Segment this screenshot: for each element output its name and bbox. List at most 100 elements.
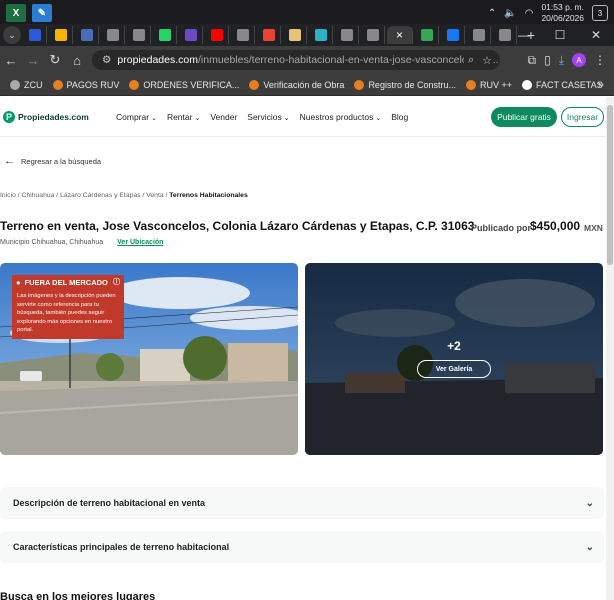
page-scrollbar[interactable]	[606, 97, 614, 600]
bookmark-favicon-icon	[52, 79, 63, 90]
bookmark-star-icon[interactable]: ☆	[482, 54, 492, 67]
bookmark-label: ORDENES VERIFICA...	[143, 79, 240, 90]
window-controls: — ☐ ✕	[506, 24, 614, 46]
browser-tab[interactable]	[205, 26, 229, 44]
tab-favicon-icon	[340, 29, 353, 41]
info-icon[interactable]: ⓘ	[113, 277, 120, 287]
nav-item-vender[interactable]: Vender	[210, 112, 237, 122]
bookmark-favicon-icon	[10, 79, 20, 90]
view-gallery-button[interactable]: Ver Galería	[417, 360, 491, 378]
browser-tab[interactable]	[231, 26, 255, 44]
address-bar[interactable]: ⚙ propiedades.com/inmuebles/terreno-habi…	[92, 50, 500, 70]
browser-tab[interactable]	[23, 26, 47, 44]
main-photo[interactable]: ● FUERA DEL MERCADO ⓘ Las imágenes y la …	[0, 263, 298, 455]
nav-item-blog[interactable]: Blog	[391, 112, 408, 122]
tab-favicon-icon	[106, 29, 119, 41]
bookmark-item[interactable]: ORDENES VERIFICA...	[129, 79, 240, 90]
browser-tab[interactable]	[309, 26, 333, 44]
listing-title: Terreno en venta, Jose Vasconcelos, Colo…	[0, 219, 475, 233]
close-tab-icon[interactable]: ×	[396, 28, 403, 42]
chevron-down-icon: ⌄	[375, 115, 382, 122]
side-panel-icon[interactable]: ▯	[544, 53, 551, 67]
back-arrow-icon: ←	[4, 155, 15, 167]
close-window-button[interactable]: ✕	[578, 28, 614, 42]
browser-tab[interactable]	[75, 26, 99, 44]
bookmarks-overflow-button[interactable]: »	[598, 79, 604, 91]
nav-label: Blog	[391, 112, 409, 122]
chevron-down-icon: ⌄	[194, 115, 201, 122]
bookmark-item[interactable]: ZCU	[10, 79, 43, 90]
tab-favicon-icon	[314, 29, 327, 41]
nav-item-servicios[interactable]: Servicios ⌄	[247, 112, 289, 122]
taskbar-app-excel[interactable]: X	[6, 4, 26, 22]
tab-search-icon[interactable]: ⌄	[3, 26, 21, 44]
listing-price: $450,000	[530, 219, 581, 233]
scrollbar-thumb[interactable]	[607, 105, 613, 265]
active-tab[interactable]: ×	[387, 26, 413, 44]
features-accordion[interactable]: Características principales de terreno h…	[0, 531, 604, 563]
bookmark-item[interactable]: PAGOS RUV	[52, 79, 119, 90]
nav-item-rentar[interactable]: Rentar ⌄	[167, 112, 200, 122]
bookmark-item[interactable]: Verificación de Obra	[249, 79, 344, 90]
login-button[interactable]: Ingresar	[561, 107, 604, 127]
browser-tab[interactable]	[257, 26, 281, 44]
minimize-button[interactable]: —	[506, 28, 542, 42]
browser-tab[interactable]	[467, 26, 491, 44]
browser-tab[interactable]	[179, 26, 203, 44]
home-icon[interactable]: ⌂	[66, 53, 88, 68]
site-logo[interactable]: P Propiedades.com	[3, 110, 89, 123]
bookmark-label: RUV ++	[479, 79, 512, 90]
breadcrumb-path[interactable]: Inicio / Chihuahua / Lázaro Cárdenas y E…	[0, 192, 169, 199]
reload-icon[interactable]: ↻	[44, 52, 66, 68]
browser-tab[interactable]	[361, 26, 385, 44]
tab-favicon-icon	[80, 29, 93, 41]
back-to-search-link[interactable]: ← Regresar a la búsqueda	[4, 155, 101, 167]
extensions-icon[interactable]: ⧉	[528, 53, 537, 68]
back-label: Regresar a la búsqueda	[21, 156, 102, 166]
nav-item-nuestros-productos[interactable]: Nuestros productos ⌄	[300, 112, 382, 122]
url-path: /inmuebles/terreno-habitacional-en-venta…	[197, 54, 499, 66]
search-icon[interactable]: ⌕	[468, 54, 474, 67]
browser-tab[interactable]	[101, 26, 125, 44]
tab-favicon-icon	[28, 29, 41, 41]
system-clock[interactable]: 01:53 p. m. 20/06/2026	[541, 2, 584, 24]
chevron-down-icon: ⌄	[585, 497, 594, 509]
tab-favicon-icon	[236, 29, 249, 41]
browser-tab[interactable]	[415, 26, 439, 44]
menu-dots-icon[interactable]: ⋮	[594, 53, 606, 67]
browser-tab[interactable]	[335, 26, 359, 44]
maximize-button[interactable]: ☐	[542, 28, 578, 42]
taskbar-app-paint[interactable]: ✎	[32, 4, 52, 22]
bookmark-item[interactable]: Registro de Constru...	[354, 79, 456, 90]
download-icon[interactable]: ⤓	[559, 53, 564, 68]
chevron-down-icon: ⌄	[585, 541, 594, 553]
main-nav: Comprar ⌄ Rentar ⌄ Vender Servicios ⌄ Nuestros …	[116, 97, 408, 137]
volume-icon[interactable]: 🔈	[504, 8, 516, 19]
bookmark-item[interactable]: FACT CASETAS	[522, 79, 603, 90]
nav-label: Nuestros productos	[299, 112, 374, 122]
forward-arrow-icon[interactable]: →	[22, 53, 44, 68]
browser-tab-strip: ⌄ × + — ☐ ✕	[0, 24, 614, 46]
description-accordion[interactable]: Descripción de terreno habitacional en v…	[0, 487, 604, 519]
bookmark-favicon-icon	[249, 79, 260, 90]
chevron-up-icon[interactable]: ⌃	[488, 8, 496, 19]
bookmark-item[interactable]: RUV ++	[465, 79, 512, 90]
tab-favicon-icon	[446, 29, 459, 41]
browser-tab[interactable]	[283, 26, 307, 44]
browser-tab[interactable]	[49, 26, 73, 44]
secondary-photo[interactable]: +2 Ver Galería	[305, 263, 603, 455]
notification-badge[interactable]: 3	[592, 5, 608, 21]
page-viewport: P Propiedades.com Comprar ⌄ Rentar ⌄ Vender S…	[0, 97, 606, 600]
view-location-link[interactable]: Ver Ubicación	[117, 239, 163, 246]
publish-free-button[interactable]: Publicar gratis	[491, 107, 557, 127]
profile-avatar[interactable]: A	[572, 53, 586, 67]
browser-tab[interactable]	[127, 26, 151, 44]
site-info-icon[interactable]: ⚙	[102, 54, 111, 66]
tab-favicon-icon	[288, 29, 301, 41]
back-arrow-icon[interactable]: ←	[0, 53, 22, 68]
browser-tab[interactable]	[441, 26, 465, 44]
wifi-icon[interactable]: ◠	[525, 8, 534, 19]
nav-item-comprar[interactable]: Comprar ⌄	[116, 112, 157, 122]
browser-tab[interactable]	[153, 26, 177, 44]
dot-icon: ●	[16, 277, 21, 287]
